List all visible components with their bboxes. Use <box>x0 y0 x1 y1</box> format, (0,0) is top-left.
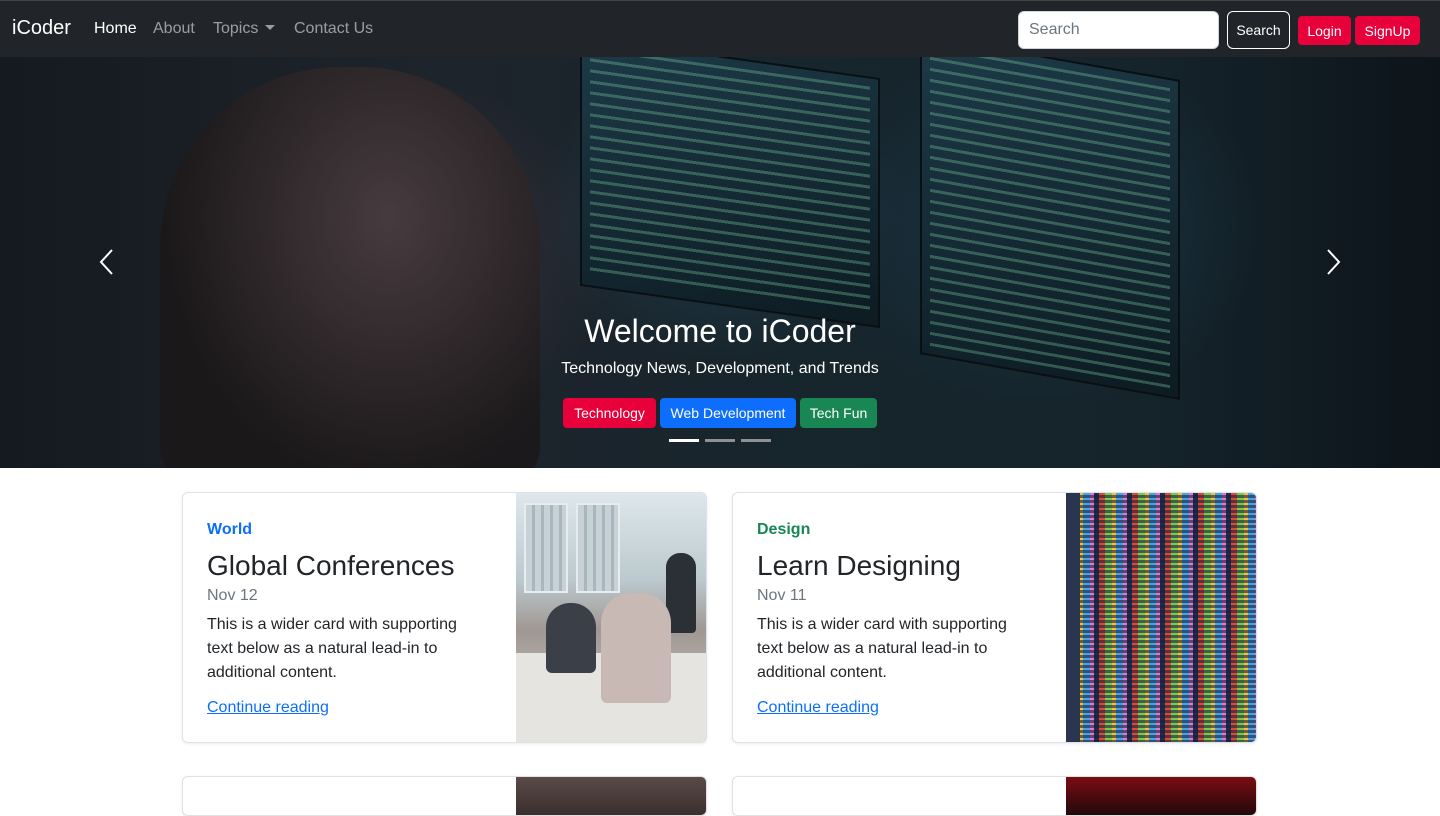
carousel-indicator-2[interactable] <box>705 439 735 442</box>
card-thumbnail-image <box>1066 777 1256 815</box>
card-date: Nov 11 <box>757 587 807 604</box>
hero-background-person <box>160 67 540 468</box>
card-title: Learn Designing <box>757 550 961 581</box>
tech-fun-button[interactable]: Tech Fun <box>800 398 877 428</box>
carousel-indicator-1[interactable] <box>669 439 699 442</box>
card-thumbnail-image <box>1066 493 1256 742</box>
article-card: World Global Conferences Nov 12 This is … <box>182 492 707 743</box>
hero-title: Welcome to iCoder <box>584 313 856 349</box>
nav-contact-us[interactable]: Contact Us <box>294 20 373 38</box>
search-input[interactable] <box>1018 11 1219 49</box>
signup-button[interactable]: SignUp <box>1355 16 1420 45</box>
nav-home[interactable]: Home <box>94 20 137 38</box>
hero-subtitle: Technology News, Development, and Trends <box>561 360 879 377</box>
top-navbar: iCoder Home About Topics Contact Us Sear… <box>0 0 1440 57</box>
card-text: This is a wider card with supporting tex… <box>207 616 457 681</box>
web-development-button[interactable]: Web Development <box>660 398 796 428</box>
hero-carousel: Welcome to iCoder Technology News, Devel… <box>0 57 1440 468</box>
search-button[interactable]: Search <box>1227 11 1290 49</box>
carousel-next-icon[interactable] <box>1317 247 1347 277</box>
article-card <box>182 776 707 816</box>
continue-reading-link[interactable]: Continue reading <box>207 699 329 717</box>
card-date: Nov 12 <box>207 587 258 604</box>
nav-topics-dropdown[interactable]: Topics <box>213 20 276 38</box>
hero-background-monitor <box>580 57 880 329</box>
card-text: This is a wider card with supporting tex… <box>757 616 1007 681</box>
technology-button[interactable]: Technology <box>563 398 656 428</box>
login-button[interactable]: Login <box>1298 16 1351 45</box>
nav-about[interactable]: About <box>153 20 195 38</box>
brand-logo[interactable]: iCoder <box>12 17 71 40</box>
card-category: Design <box>757 521 811 538</box>
hero-topic-buttons: Technology Web Development Tech Fun <box>563 398 877 428</box>
continue-reading-link[interactable]: Continue reading <box>757 699 879 717</box>
card-thumbnail-image <box>516 493 706 742</box>
article-card <box>732 776 1257 816</box>
caret-down-icon <box>265 25 276 30</box>
article-card: Design Learn Designing Nov 11 This is a … <box>732 492 1257 743</box>
carousel-indicator-3[interactable] <box>741 439 771 442</box>
nav-topics-label: Topics <box>213 20 259 37</box>
card-thumbnail-image <box>516 777 706 815</box>
card-title: Global Conferences <box>207 550 455 581</box>
card-category: World <box>207 521 253 538</box>
carousel-prev-icon[interactable] <box>93 247 123 277</box>
carousel-indicators <box>669 439 771 442</box>
